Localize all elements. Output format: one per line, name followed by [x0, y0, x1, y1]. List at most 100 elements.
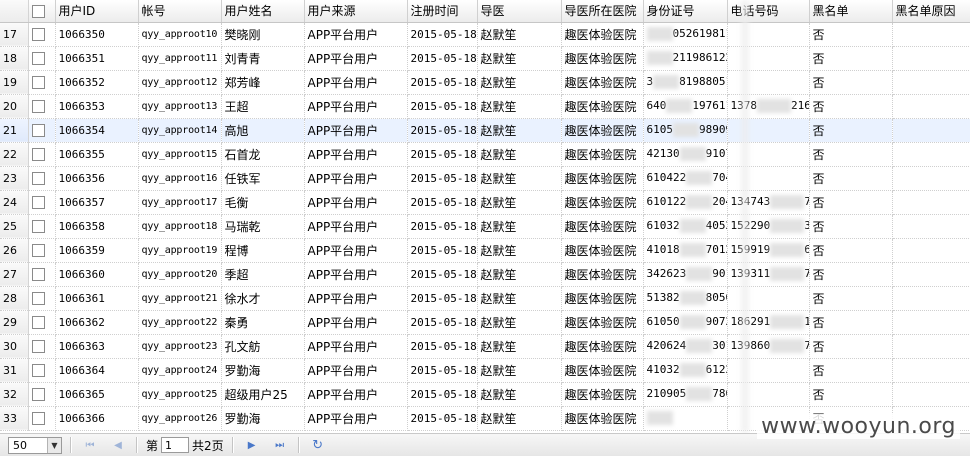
cell-phone: 152290 32	[727, 214, 810, 239]
next-page-icon[interactable]: ▶	[242, 436, 262, 454]
table-row[interactable]: 19 1066352 qyy_approot12 郑芳峰 APP平台用户 2015-05-…	[0, 70, 970, 95]
chevron-down-icon[interactable]: ▼	[47, 437, 61, 453]
col-header-guide-hospital[interactable]: 导医所在医院	[561, 0, 644, 23]
col-header-guide[interactable]: 导医	[477, 0, 562, 23]
row-checkbox-cell[interactable]	[28, 70, 56, 95]
table-row[interactable]: 31 1066364 qyy_approot24 罗勤海 APP平台用户 2015-05-…	[0, 358, 970, 383]
row-checkbox-cell[interactable]	[28, 358, 56, 383]
refresh-icon[interactable]: ↻	[308, 436, 328, 454]
table-row[interactable]: 32 1066365 qyy_approot25 超级用户25 APP平台用户 2015-…	[0, 382, 970, 407]
row-checkbox[interactable]	[31, 316, 45, 329]
cell-blacklist: 否	[809, 94, 893, 119]
row-checkbox[interactable]	[31, 28, 45, 41]
table-row[interactable]: 21 1066354 qyy_approot14 高旭 APP平台用户 2015-05-1…	[0, 118, 970, 143]
col-header-blacklist-reason[interactable]: 黑名单原因	[892, 0, 970, 23]
cell-user-source: APP平台用户	[304, 262, 408, 287]
row-checkbox-cell[interactable]	[28, 382, 56, 407]
row-checkbox[interactable]	[31, 364, 45, 377]
idcard-visible-suffix: 989091	[699, 123, 726, 136]
table-row[interactable]: 17 1066350 qyy_approot10 樊晓刚 APP平台用户 2015-05-…	[0, 22, 970, 47]
row-checkbox-cell[interactable]	[28, 238, 56, 263]
cell-phone	[727, 46, 810, 71]
current-page-input[interactable]	[161, 437, 190, 453]
cell-user-source: APP平台用户	[304, 310, 408, 335]
col-header-user-source[interactable]: 用户来源	[304, 0, 408, 23]
cell-guide: 赵默笙	[477, 382, 562, 407]
row-checkbox-cell[interactable]	[28, 190, 56, 215]
table-row[interactable]: 23 1066356 qyy_approot16 任铁军 APP平台用户 2015-05-…	[0, 166, 970, 191]
row-checkbox[interactable]	[31, 172, 45, 185]
row-checkbox-cell[interactable]	[28, 262, 56, 287]
row-checkbox[interactable]	[31, 220, 45, 233]
row-checkbox[interactable]	[31, 412, 45, 425]
row-checkbox-cell[interactable]	[28, 22, 56, 47]
row-checkbox-cell[interactable]	[28, 46, 56, 71]
col-header-phone[interactable]: 电话号码	[727, 0, 810, 23]
col-header-id-card[interactable]: 身份证号	[643, 0, 728, 23]
table-row[interactable]: 26 1066359 qyy_approot19 程博 APP平台用户 2015-05-1…	[0, 238, 970, 263]
table-row[interactable]: 29 1066362 qyy_approot22 秦勇 APP平台用户 2015-05-1…	[0, 310, 970, 335]
table-row[interactable]: 20 1066353 qyy_approot13 王超 APP平台用户 2015-05-1…	[0, 94, 970, 119]
first-page-icon[interactable]: ⏮	[80, 436, 100, 454]
row-checkbox[interactable]	[31, 268, 45, 281]
table-row[interactable]: 27 1066360 qyy_approot20 季超 APP平台用户 2015-05-1…	[0, 262, 970, 287]
cell-phone: 186291 12	[727, 310, 810, 335]
cell-blacklist-reason	[892, 310, 970, 335]
table-row[interactable]: 24 1066357 qyy_approot17 毛衡 APP平台用户 2015-05-1…	[0, 190, 970, 215]
row-checkbox[interactable]	[31, 340, 45, 353]
redacted-mask	[686, 339, 713, 353]
row-checkbox-cell[interactable]	[28, 166, 56, 191]
cell-account: qyy_approot18	[138, 214, 222, 239]
row-checkbox[interactable]	[31, 388, 45, 401]
select-all-checkbox[interactable]	[31, 4, 45, 18]
table-row[interactable]: 18 1066351 qyy_approot11 刘青青 APP平台用户 2015-05-…	[0, 46, 970, 71]
row-checkbox[interactable]	[31, 148, 45, 161]
row-checkbox-cell[interactable]	[28, 118, 56, 143]
row-checkbox-cell[interactable]	[28, 214, 56, 239]
cell-blacklist: 否	[809, 334, 893, 359]
row-checkbox[interactable]	[31, 52, 45, 65]
cell-id-card: 6105 989091	[643, 118, 728, 143]
table-row[interactable]: 28 1066361 qyy_approot21 徐水才 APP平台用户 2015-05-…	[0, 286, 970, 311]
table-row[interactable]: 25 1066358 qyy_approot18 马瑞乾 APP平台用户 2015-05-…	[0, 214, 970, 239]
row-checkbox-cell[interactable]	[28, 310, 56, 335]
row-checkbox[interactable]	[31, 244, 45, 257]
row-checkbox-cell[interactable]	[28, 94, 56, 119]
row-checkbox[interactable]	[31, 196, 45, 209]
redacted-mask	[679, 363, 706, 377]
col-header-account[interactable]: 帐号	[138, 0, 222, 23]
row-checkbox[interactable]	[31, 124, 45, 137]
row-checkbox-cell[interactable]	[28, 406, 56, 431]
row-checkbox[interactable]	[31, 76, 45, 89]
row-number: 28	[0, 286, 29, 311]
last-page-icon[interactable]: ⏭	[270, 436, 290, 454]
page-size-select[interactable]: 50 ▼	[8, 436, 62, 454]
select-all-checkbox-cell[interactable]	[28, 0, 56, 23]
row-checkbox-cell[interactable]	[28, 334, 56, 359]
row-checkbox[interactable]	[31, 100, 45, 113]
row-checkbox-cell[interactable]	[28, 286, 56, 311]
cell-blacklist: 否	[809, 310, 893, 335]
cell-blacklist-reason	[892, 190, 970, 215]
idcard-visible-prefix: 61050	[646, 315, 680, 328]
cell-blacklist: 否	[809, 22, 893, 47]
prev-page-icon[interactable]: ◀	[108, 436, 128, 454]
col-header-blacklist[interactable]: 黑名单	[809, 0, 893, 23]
row-number: 33	[0, 406, 29, 431]
cell-account: qyy_approot24	[138, 358, 222, 383]
cell-user-name: 罗勤海	[221, 406, 305, 431]
col-header-user-name[interactable]: 用户姓名	[221, 0, 305, 23]
col-header-register-time[interactable]: 注册时间	[407, 0, 478, 23]
cell-register-time: 2015-05-18	[407, 142, 478, 167]
redacted-mask	[686, 267, 713, 281]
table-row[interactable]: 22 1066355 qyy_approot15 石首龙 APP平台用户 2015-05-…	[0, 142, 970, 167]
cell-blacklist-reason	[892, 286, 970, 311]
idcard-visible-suffix: 7012	[705, 243, 726, 256]
cell-guide: 赵默笙	[477, 286, 562, 311]
idcard-visible-suffix: 8050	[705, 291, 726, 304]
row-checkbox[interactable]	[31, 292, 45, 305]
table-row[interactable]: 30 1066363 qyy_approot23 孔文舫 APP平台用户 2015-05-…	[0, 334, 970, 359]
col-header-user-id[interactable]: 用户ID	[55, 0, 139, 23]
cell-guide-hospital: 趣医体验医院	[561, 166, 644, 191]
row-checkbox-cell[interactable]	[28, 142, 56, 167]
